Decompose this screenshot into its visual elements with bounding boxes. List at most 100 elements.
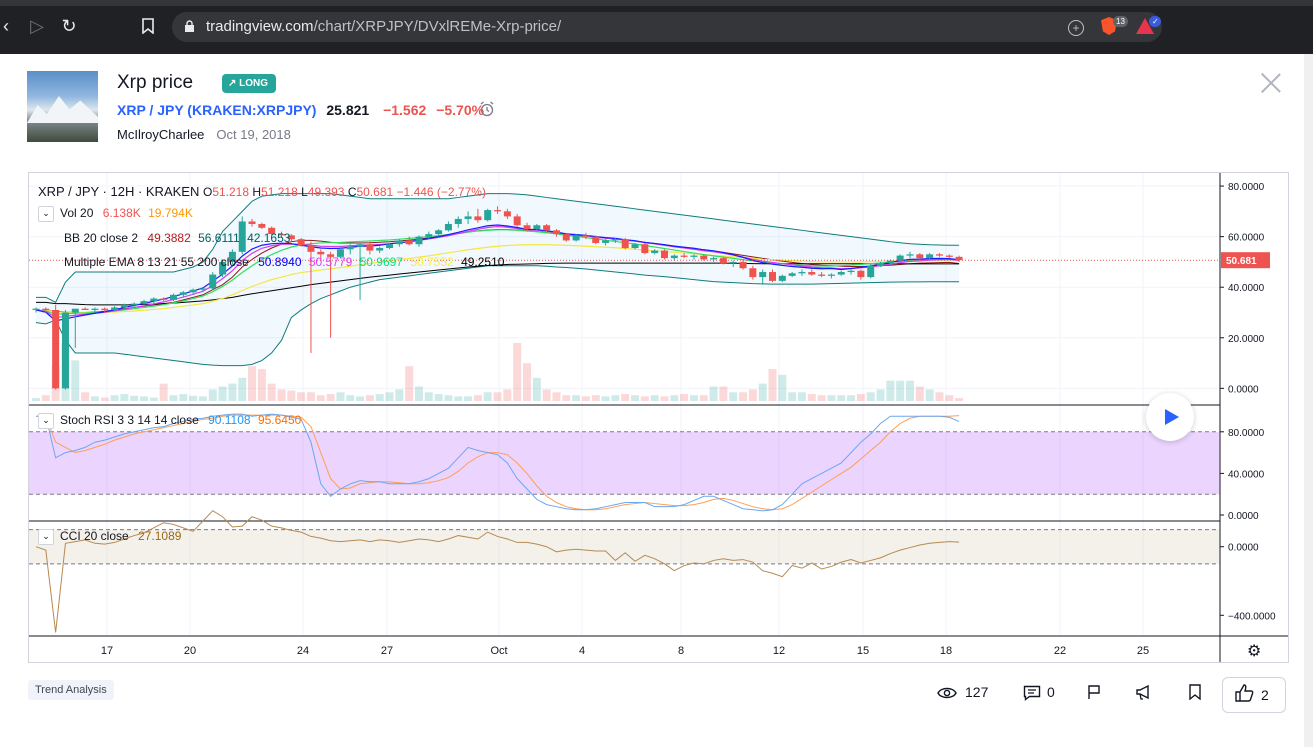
- stoch-axis-label: 40.0000: [1228, 469, 1265, 480]
- symbol-link[interactable]: XRP / JPY: [117, 102, 183, 118]
- volume-bar: [464, 396, 473, 401]
- legend-volume: ⌄ Vol 20 6.138K 19.794K: [38, 206, 193, 222]
- view-count: 127: [965, 684, 989, 700]
- candle-body: [395, 240, 403, 245]
- exchange-symbol-link[interactable]: KRAKEN:XRPJPY: [192, 102, 312, 118]
- volume-bar: [454, 396, 463, 401]
- candle-body: [798, 272, 806, 274]
- candle-body: [356, 244, 364, 247]
- volume-bar: [788, 392, 797, 401]
- volume-bar: [866, 392, 875, 401]
- candle-body: [169, 294, 177, 300]
- price-change: −1.562: [383, 102, 427, 118]
- volume-bar: [385, 392, 394, 401]
- candle-body: [611, 239, 619, 241]
- volume-bar: [837, 395, 846, 401]
- alarm-clock-icon[interactable]: [479, 101, 495, 117]
- volume-bar: [267, 383, 276, 401]
- candle-body: [886, 260, 894, 264]
- tab-strip: [0, 0, 1313, 6]
- candle-body: [552, 230, 560, 235]
- candle-body: [906, 254, 914, 256]
- price-axis-label: 60.0000: [1228, 233, 1265, 244]
- volume-bar: [817, 395, 826, 401]
- candle-body: [111, 307, 119, 310]
- volume-bar: [405, 366, 414, 401]
- time-axis-label: 12: [773, 645, 785, 657]
- volume-bar: [208, 389, 217, 401]
- volume-bar: [709, 386, 718, 401]
- volume-bar: [356, 396, 365, 401]
- volume-bar: [149, 397, 158, 401]
- candle-body: [523, 225, 531, 230]
- cci-band-fill: [29, 529, 1220, 564]
- volume-bar: [680, 394, 689, 401]
- candle-body: [837, 272, 845, 275]
- candle-body: [140, 301, 148, 304]
- chart-widget[interactable]: 17 20 24 27 Oct 4 8 12 15 18 22 25 80.0000 60.0000 40.…: [28, 172, 1289, 663]
- volume-bar: [876, 389, 885, 401]
- collapse-chevron-icon[interactable]: ⌄: [38, 206, 54, 222]
- price-axis-label: 0.0000: [1228, 384, 1259, 395]
- author-line: McIlroyCharlee Oct 19, 2018: [117, 127, 291, 142]
- time-axis-label: 15: [857, 645, 869, 657]
- candle-body: [543, 225, 551, 231]
- volume-bar: [493, 392, 502, 401]
- candle-body: [160, 298, 168, 300]
- idea-thumbnail[interactable]: [27, 71, 98, 142]
- time-axis-label: 20: [184, 645, 196, 657]
- close-icon[interactable]: [1260, 72, 1282, 94]
- zoom-plus-icon[interactable]: +: [1068, 20, 1084, 36]
- volume-bar: [748, 389, 757, 401]
- lock-icon: [185, 20, 194, 32]
- play-replay-button[interactable]: [1146, 393, 1194, 441]
- settings-gear-icon[interactable]: ⚙: [1247, 641, 1261, 660]
- volume-bar: [542, 389, 551, 401]
- volume-bar: [955, 398, 964, 401]
- volume-bar: [198, 396, 207, 401]
- forward-icon[interactable]: ▷: [25, 14, 49, 38]
- bookmark-icon[interactable]: [136, 14, 160, 38]
- cci-axis-label: −400.0000: [1228, 611, 1276, 622]
- candle-body: [464, 216, 472, 219]
- flag-icon[interactable]: [1085, 684, 1103, 702]
- comment-icon[interactable]: [1023, 684, 1041, 702]
- volume-bar: [179, 394, 188, 401]
- candle-body: [533, 225, 541, 230]
- scrollbar[interactable]: [1304, 54, 1313, 747]
- volume-bar: [503, 389, 512, 401]
- volume-bar: [218, 386, 227, 401]
- candle-body: [847, 270, 855, 273]
- candle-body: [474, 216, 482, 221]
- collapse-chevron-icon[interactable]: ⌄: [38, 413, 54, 429]
- candle-body: [297, 239, 305, 246]
- cci-axis-label: 0.0000: [1228, 543, 1259, 554]
- candle-body: [91, 308, 99, 310]
- volume-bar: [248, 366, 257, 401]
- back-icon[interactable]: ‹: [0, 14, 18, 38]
- reload-icon[interactable]: ↻: [57, 14, 81, 38]
- volume-bar: [650, 395, 659, 401]
- share-megaphone-icon[interactable]: [1135, 684, 1153, 702]
- candle-body: [209, 274, 217, 289]
- address-bar[interactable]: tradingview.com/chart/XRPJPY/DVxlREMe-Xr…: [172, 12, 1162, 42]
- volume-bar: [768, 369, 777, 401]
- author-link[interactable]: McIlroyCharlee: [117, 127, 204, 142]
- price-axis-label: 80.0000: [1228, 182, 1265, 193]
- like-button[interactable]: 2: [1222, 677, 1286, 713]
- collapse-chevron-icon[interactable]: ⌄: [38, 529, 54, 545]
- volume-bar: [297, 392, 306, 401]
- candle-body: [670, 255, 678, 259]
- candle-body: [415, 236, 423, 245]
- time-axis-label: 24: [297, 645, 309, 657]
- volume-bar: [32, 398, 40, 401]
- legend-bollinger: BB 20 close 2 49.3882 56.6111 42.1653: [64, 231, 291, 245]
- candle-body: [651, 250, 659, 254]
- volume-bar: [257, 369, 266, 401]
- candle-body: [32, 308, 40, 310]
- volume-bar: [896, 380, 905, 401]
- time-axis-label: 4: [579, 645, 585, 657]
- volume-bar: [90, 396, 99, 401]
- category-tag[interactable]: Trend Analysis: [28, 680, 114, 700]
- bookmark-icon[interactable]: [1186, 684, 1204, 702]
